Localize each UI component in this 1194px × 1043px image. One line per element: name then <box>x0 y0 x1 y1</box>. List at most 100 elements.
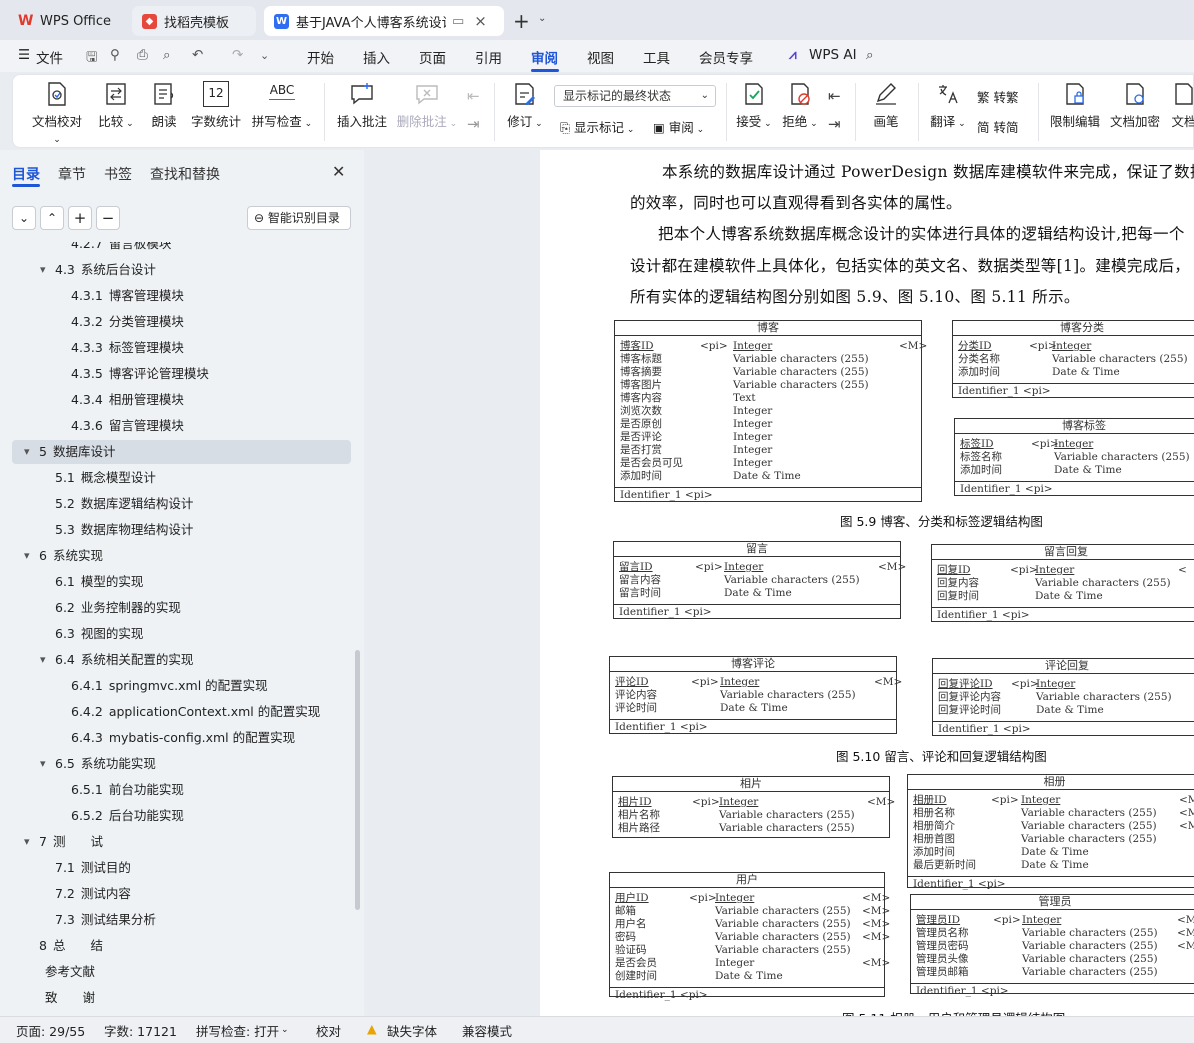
restrict-edit-button[interactable]: 限制编辑 <box>1049 81 1101 130</box>
proof-button[interactable]: 文档校对 ⌄ <box>29 81 85 145</box>
toc-item[interactable]: 4.2.7 留言板模块 <box>71 242 171 258</box>
read-aloud-button[interactable]: 朗读 <box>149 81 179 130</box>
new-tab-icon[interactable]: + <box>513 9 530 33</box>
toc-item[interactable]: 6.1 模型的实现 <box>55 570 143 596</box>
toc-item[interactable]: 5.3 数据库物理结构设计 <box>55 518 193 544</box>
remove-heading-icon[interactable]: − <box>96 206 120 230</box>
expand-caret-icon[interactable]: ▾ <box>40 258 46 282</box>
toc-item[interactable]: 6.3 视图的实现 <box>55 622 143 648</box>
spell-check-status[interactable]: 拼写检查: 打开 <box>196 1021 279 1040</box>
toc-item[interactable]: 7 测 试 <box>39 830 103 856</box>
tab-chapter[interactable]: 章节 <box>58 164 86 184</box>
smart-toc-button[interactable]: ⊖ 智能识别目录 <box>247 206 351 230</box>
menu-member[interactable]: 会员专享 <box>699 47 753 67</box>
tab-bookmark[interactable]: 书签 <box>104 164 132 184</box>
collapse-all-icon[interactable]: ⌄ <box>12 206 36 230</box>
toc-item[interactable]: 6.4.1 springmvc.xml 的配置实现 <box>71 674 268 700</box>
missing-font-status[interactable]: 缺失字体 <box>387 1021 437 1040</box>
toc-item[interactable]: 4.3.1 博客管理模块 <box>71 284 184 310</box>
tab-toc[interactable]: 目录 <box>12 164 40 184</box>
review-pane-button[interactable]: ▣ 审阅 ⌄ <box>653 117 704 136</box>
toc-item[interactable]: 6.5.2 后台功能实现 <box>71 804 184 830</box>
toc-item[interactable]: 8 总 结 <box>39 934 103 960</box>
menu-view[interactable]: 视图 <box>587 47 614 67</box>
next-comment-icon[interactable]: ⇥ <box>467 115 480 133</box>
print-preview-icon[interactable]: ⌕ <box>163 47 171 63</box>
translate-button[interactable]: 翻译 ⌄ <box>929 81 967 130</box>
link-icon[interactable]: ⚲ <box>110 47 120 63</box>
show-markup-button[interactable]: ⎘ 显示标记 ⌄ <box>560 117 634 136</box>
expand-caret-icon[interactable]: ▾ <box>40 648 46 672</box>
add-heading-icon[interactable]: + <box>68 206 92 230</box>
menu-start[interactable]: 开始 <box>307 47 334 67</box>
redo-icon[interactable]: ↷ <box>232 47 243 63</box>
search-icon[interactable]: ⌕ <box>866 47 874 63</box>
next-change-icon[interactable]: ⇥ <box>828 115 841 133</box>
print-icon[interactable]: ⎙ <box>137 47 148 63</box>
word-count-status[interactable]: 字数: 17121 <box>104 1021 177 1040</box>
doc-more-button[interactable]: 文档 <box>1169 81 1194 130</box>
accept-button[interactable]: 接受 ⌄ <box>735 81 773 130</box>
encrypt-button[interactable]: 文档加密 <box>1109 81 1161 130</box>
expand-caret-icon[interactable]: ▾ <box>24 830 30 854</box>
save-icon[interactable]: 🖫 <box>86 47 98 70</box>
compare-button[interactable]: 比较 ⌄ <box>97 81 135 130</box>
expand-up-icon[interactable]: ⌃ <box>40 206 64 230</box>
menu-file[interactable]: 文件 <box>36 47 63 67</box>
toc-item[interactable]: 6 系统实现 <box>39 544 103 570</box>
to-simplified-button[interactable]: 简 转简 <box>977 117 1019 136</box>
proof-status[interactable]: 校对 <box>316 1021 341 1040</box>
quick-access-dropdown-icon[interactable]: ⌄ <box>260 49 269 62</box>
toc-item[interactable]: 6.5.1 前台功能实现 <box>71 778 184 804</box>
toc-item[interactable]: 4.3.4 相册管理模块 <box>71 388 184 414</box>
page-indicator[interactable]: 页面: 29/55 <box>16 1021 85 1040</box>
toc-item[interactable]: 4.3.2 分类管理模块 <box>71 310 184 336</box>
toc-item[interactable]: 4.3.6 留言管理模块 <box>71 414 184 440</box>
toc-item[interactable]: 6.2 业务控制器的实现 <box>55 596 181 622</box>
toc-item[interactable]: 致 谢 <box>39 986 95 1012</box>
menu-tools[interactable]: 工具 <box>643 47 670 67</box>
add-comment-button[interactable]: 插入批注 <box>335 81 389 130</box>
toc-item[interactable]: 4.3.5 博客评论管理模块 <box>71 362 209 388</box>
expand-caret-icon[interactable]: ▾ <box>24 544 30 568</box>
prev-comment-icon[interactable]: ⇤ <box>467 87 480 105</box>
tab-find-replace[interactable]: 查找和替换 <box>150 164 220 184</box>
menu-review[interactable]: 审阅 <box>531 47 558 67</box>
spell-check-button[interactable]: ABC 拼写检查 ⌄ <box>251 81 313 130</box>
to-traditional-button[interactable]: 繁 转繁 <box>977 87 1019 106</box>
toc-item[interactable]: 5.1 概念模型设计 <box>55 466 156 492</box>
toc-item[interactable]: 4.3 系统后台设计 <box>55 258 156 284</box>
toc-item[interactable]: 7.3 测试结果分析 <box>55 908 156 934</box>
expand-caret-icon[interactable]: ▾ <box>24 440 30 464</box>
reject-button[interactable]: 拒绝 ⌄ <box>781 81 819 130</box>
toc-item[interactable]: 6.4.3 mybatis-config.xml 的配置实现 <box>71 726 295 752</box>
toc-item[interactable]: 6.4.2 applicationContext.xml 的配置实现 <box>71 700 320 726</box>
toc-item[interactable]: 5.2 数据库逻辑结构设计 <box>55 492 193 518</box>
toc-item[interactable]: 7.2 测试内容 <box>55 882 131 908</box>
menu-insert[interactable]: 插入 <box>363 47 390 67</box>
undo-icon[interactable]: ↶ <box>192 47 203 63</box>
tab-document[interactable]: W 基于JAVA个人博客系统设计 ▭ × <box>264 6 504 36</box>
menu-reference[interactable]: 引用 <box>475 47 502 67</box>
hamburger-icon[interactable]: ☰ <box>18 47 30 63</box>
revise-button[interactable]: 修订 ⌄ <box>505 81 545 130</box>
word-count-button[interactable]: 12 字数统计 <box>191 81 241 130</box>
close-pane-icon[interactable]: ✕ <box>332 162 345 181</box>
toc-item[interactable]: 参考文献 <box>39 960 95 986</box>
close-tab-icon[interactable]: × <box>474 12 487 30</box>
tab-template[interactable]: ◆ 找稻壳模板 <box>132 6 256 36</box>
restore-icon[interactable]: ▭ <box>452 14 464 29</box>
pen-button[interactable]: 画笔 <box>871 81 901 130</box>
toc-item[interactable]: 6.4 系统相关配置的实现 <box>55 648 193 674</box>
toc-item[interactable]: 6.5 系统功能实现 <box>55 752 156 778</box>
toc-item[interactable]: 4.3.3 标签管理模块 <box>71 336 184 362</box>
chevron-down-icon[interactable]: ⌄ <box>538 13 546 24</box>
markup-state-select[interactable]: 显示标记的最终状态 ⌄ <box>554 85 716 107</box>
toc-item[interactable]: 7.1 测试目的 <box>55 856 131 882</box>
menu-wps-ai[interactable]: WPS AI <box>809 47 857 63</box>
tab-wps-office[interactable]: W WPS Office <box>8 6 124 36</box>
expand-caret-icon[interactable]: ▾ <box>40 752 46 776</box>
delete-comment-button[interactable]: 删除批注 ⌄ <box>396 81 458 130</box>
toc-item[interactable]: 5 数据库设计 <box>39 440 115 466</box>
menu-page[interactable]: 页面 <box>419 47 446 67</box>
